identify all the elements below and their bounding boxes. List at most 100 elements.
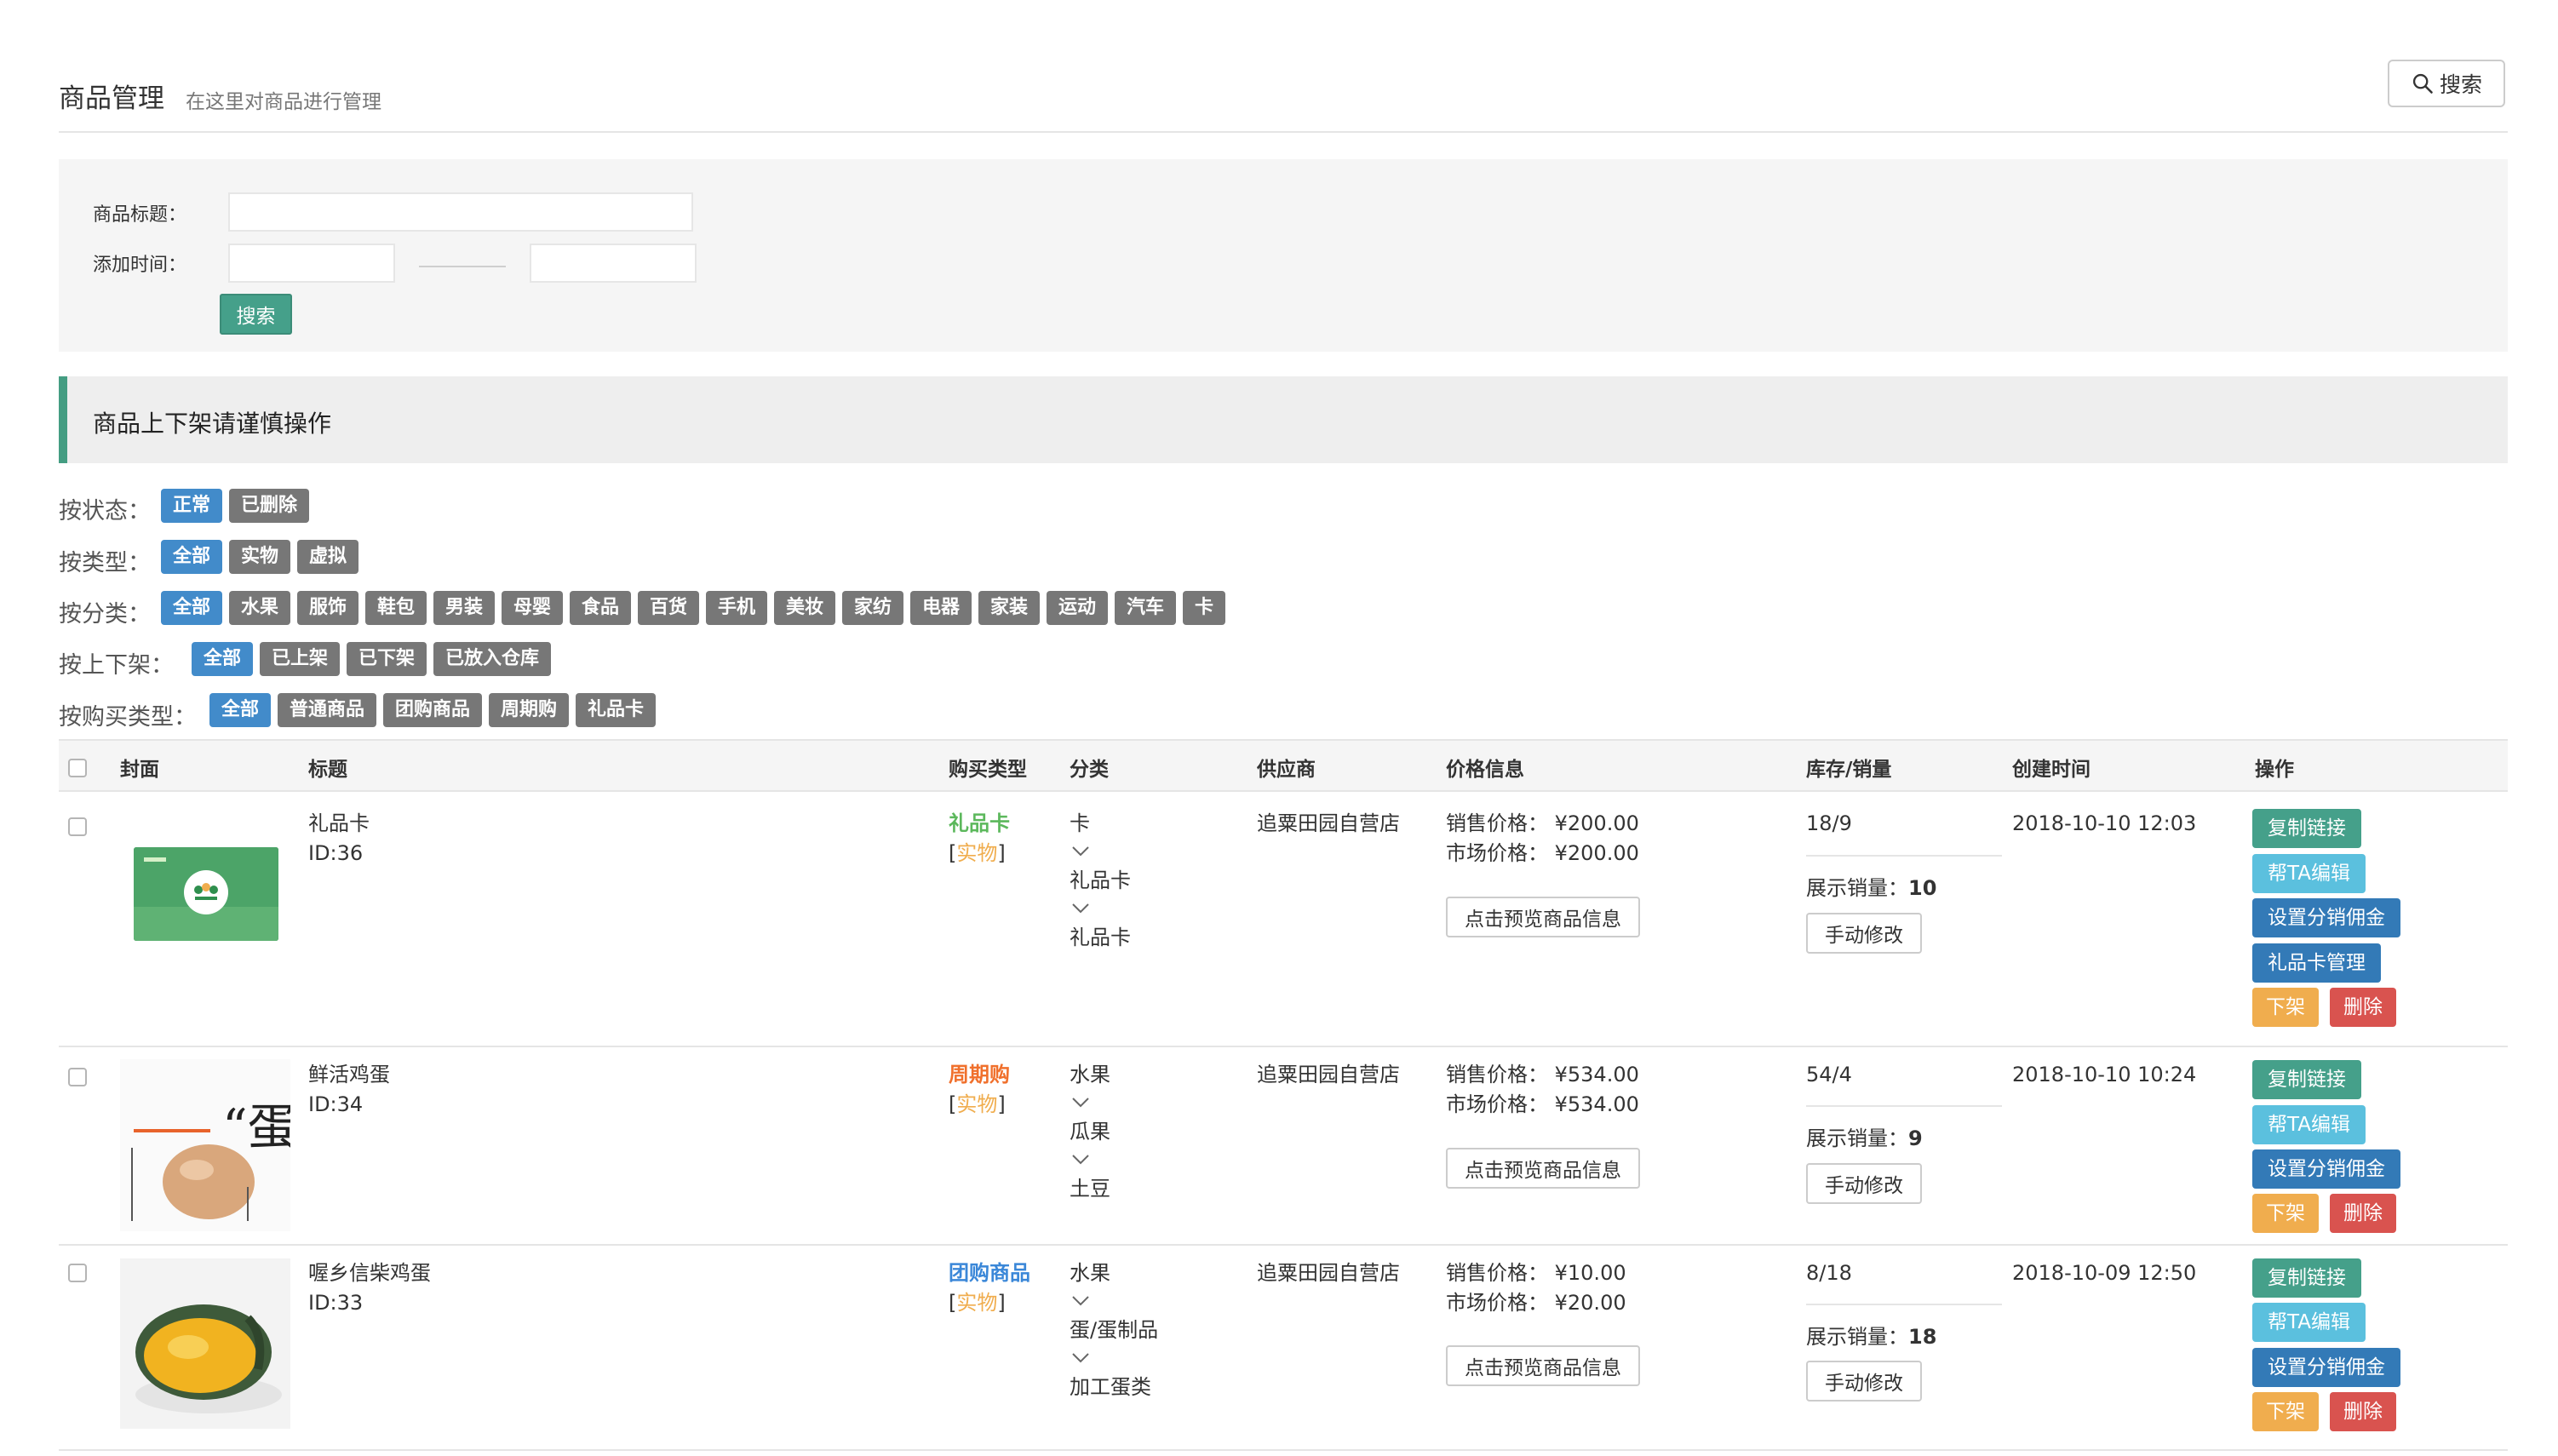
delete-button[interactable]: 删除: [2330, 1194, 2396, 1233]
type-filter-tag[interactable]: 实物: [229, 540, 291, 574]
sale-price: 销售价格： ¥534.00: [1446, 1063, 1639, 1086]
buy-type-label: 团购商品: [949, 1261, 1030, 1285]
chevron-down-icon: [1072, 1353, 1089, 1363]
col-category: 分类: [1070, 759, 1109, 781]
end-date-input[interactable]: [530, 244, 697, 283]
copy-link-button[interactable]: 复制链接: [2252, 1258, 2361, 1298]
filter-search-button[interactable]: 搜索: [220, 294, 292, 335]
category-filter-tag[interactable]: 男装: [433, 591, 496, 625]
gift-card-image: [134, 847, 278, 941]
egg-poster-image: “蛋”: [120, 1059, 290, 1231]
unshelve-button[interactable]: 下架: [2252, 1194, 2319, 1233]
category-level-1: 卡: [1070, 811, 1090, 835]
preview-product-button[interactable]: 点击预览商品信息: [1446, 1345, 1640, 1386]
category-filter-tag[interactable]: 百货: [638, 591, 700, 625]
preview-product-button[interactable]: 点击预览商品信息: [1446, 1148, 1640, 1189]
type-filter-tag[interactable]: 虚拟: [297, 540, 359, 574]
stock-divider: [1806, 855, 2002, 857]
page-title: 商品管理: [59, 83, 164, 114]
category-filter-tag[interactable]: 汽车: [1115, 591, 1177, 625]
purchase-filter-tag[interactable]: 普通商品: [278, 693, 377, 727]
copy-link-button[interactable]: 复制链接: [2252, 809, 2361, 848]
delete-button[interactable]: 删除: [2330, 1392, 2396, 1431]
stock-sales: 8/18: [1806, 1261, 1852, 1285]
category-filter-tag[interactable]: 运动: [1047, 591, 1109, 625]
shelf-filter-tag[interactable]: 全部: [192, 642, 254, 676]
unshelve-button[interactable]: 下架: [2252, 1392, 2319, 1431]
purchase-filter-tag[interactable]: 礼品卡: [576, 693, 657, 727]
created-time: 2018-10-10 10:24: [2012, 1063, 2197, 1086]
title-filter-input[interactable]: [228, 192, 693, 232]
start-date-input[interactable]: [228, 244, 395, 283]
category-filter-tag[interactable]: 全部: [161, 591, 223, 625]
category-filter-tag[interactable]: 手机: [706, 591, 768, 625]
category-path: 卡 礼品卡 礼品卡: [1070, 809, 1131, 953]
product-id: ID:34: [308, 1092, 364, 1116]
top-search-button[interactable]: 搜索: [2388, 60, 2505, 107]
product-title: 喔乡信柴鸡蛋: [308, 1261, 431, 1285]
manual-edit-button[interactable]: 手动修改: [1806, 913, 1922, 954]
category-filter-tag[interactable]: 美妆: [774, 591, 836, 625]
product-title: 礼品卡: [308, 811, 370, 835]
col-price: 价格信息: [1446, 759, 1524, 781]
category-filter-label: 按分类：: [59, 601, 151, 628]
category-level-2: 蛋/蛋制品: [1070, 1318, 1159, 1342]
col-actions: 操作: [2255, 759, 2294, 781]
category-path: 水果 瓜果 土豆: [1070, 1060, 1110, 1204]
preview-product-button[interactable]: 点击预览商品信息: [1446, 897, 1640, 937]
category-filter-tag[interactable]: 家纺: [842, 591, 904, 625]
row-checkbox[interactable]: [68, 1068, 87, 1086]
row-checkbox[interactable]: [68, 817, 87, 836]
help-edit-button[interactable]: 帮TA编辑: [2252, 1303, 2366, 1342]
manual-edit-button[interactable]: 手动修改: [1806, 1163, 1922, 1204]
thumb-text: “蛋”: [222, 1098, 290, 1156]
manual-edit-button[interactable]: 手动修改: [1806, 1361, 1922, 1402]
chevron-down-icon: [1072, 1155, 1089, 1165]
display-sales: 展示销量：9: [1806, 1126, 1923, 1150]
set-commission-button[interactable]: 设置分销佣金: [2252, 1149, 2400, 1189]
kind-label: [实物]: [949, 1291, 1006, 1315]
purchase-filter-tag[interactable]: 全部: [209, 693, 272, 727]
set-commission-button[interactable]: 设置分销佣金: [2252, 898, 2400, 937]
copy-link-button[interactable]: 复制链接: [2252, 1060, 2361, 1099]
col-supplier: 供应商: [1257, 759, 1316, 781]
set-commission-button[interactable]: 设置分销佣金: [2252, 1348, 2400, 1387]
shelf-filter-tag[interactable]: 已下架: [347, 642, 427, 676]
pumpkin-image: [120, 1258, 290, 1429]
row-divider: [59, 1449, 2508, 1451]
row-checkbox[interactable]: [68, 1264, 87, 1282]
shelf-filter-tag[interactable]: 已上架: [260, 642, 341, 676]
status-filter-tag[interactable]: 已删除: [229, 489, 310, 523]
category-filter-tag[interactable]: 母婴: [502, 591, 564, 625]
category-filter-tag[interactable]: 电器: [910, 591, 972, 625]
category-filter-tag[interactable]: 家装: [978, 591, 1041, 625]
category-level-1: 水果: [1070, 1261, 1110, 1285]
category-filter-tag[interactable]: 食品: [570, 591, 632, 625]
col-created: 创建时间: [2012, 759, 2091, 781]
market-price: 市场价格： ¥20.00: [1446, 1291, 1626, 1315]
purchase-filter-tag[interactable]: 团购商品: [383, 693, 483, 727]
gift-card-manage-button[interactable]: 礼品卡管理: [2252, 943, 2381, 983]
category-filter-tag[interactable]: 鞋包: [365, 591, 427, 625]
help-edit-button[interactable]: 帮TA编辑: [2252, 854, 2366, 893]
delete-button[interactable]: 删除: [2330, 988, 2396, 1027]
product-title: 鲜活鸡蛋: [308, 1063, 390, 1086]
display-sales: 展示销量：10: [1806, 876, 1937, 900]
help-edit-button[interactable]: 帮TA编辑: [2252, 1105, 2366, 1144]
shelf-filter-label: 按上下架：: [59, 652, 174, 679]
select-all-checkbox[interactable]: [68, 759, 87, 777]
category-filter-tag[interactable]: 卡: [1183, 591, 1226, 625]
row-divider: [59, 1244, 2508, 1246]
category-filter-tag[interactable]: 服饰: [297, 591, 359, 625]
search-icon: [2412, 73, 2433, 94]
purchase-filter-tag[interactable]: 周期购: [489, 693, 570, 727]
product-thumbnail: “蛋”: [120, 1059, 290, 1231]
category-path: 水果 蛋/蛋制品 加工蛋类: [1070, 1258, 1158, 1402]
unshelve-button[interactable]: 下架: [2252, 988, 2319, 1027]
shelf-filter-tag[interactable]: 已放入仓库: [433, 642, 552, 676]
product-id: ID:36: [308, 841, 364, 865]
category-filter-tag[interactable]: 水果: [229, 591, 291, 625]
type-filter-tag[interactable]: 全部: [161, 540, 223, 574]
status-filter-tag[interactable]: 正常: [161, 489, 223, 523]
chevron-down-icon: [1072, 1098, 1089, 1108]
